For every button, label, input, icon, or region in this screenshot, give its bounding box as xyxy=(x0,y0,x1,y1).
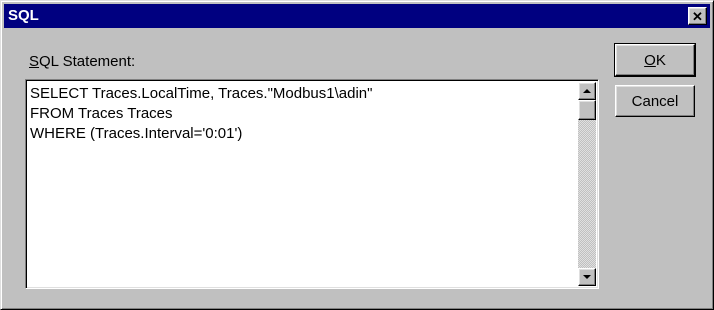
vertical-scrollbar[interactable] xyxy=(578,82,596,286)
ok-mnemonic: O xyxy=(644,51,656,69)
ok-button[interactable]: OK xyxy=(614,43,696,77)
sql-line: FROM Traces Traces xyxy=(30,105,173,122)
sql-statement-textarea[interactable]: SELECT Traces.LocalTime, Traces."Modbus1… xyxy=(25,79,599,289)
cancel-button[interactable]: Cancel xyxy=(615,85,695,117)
scroll-down-arrow-icon xyxy=(583,275,591,279)
sql-statement-label: SQL Statement: xyxy=(29,53,135,70)
sql-dialog: SQL ✕ SQL Statement: SELECT Traces.Local… xyxy=(0,0,714,310)
scroll-thumb[interactable] xyxy=(578,100,596,120)
scroll-up-arrow-icon xyxy=(583,89,591,93)
sql-label-text: QL Statement: xyxy=(39,53,136,70)
sql-line: SELECT Traces.LocalTime, Traces."Modbus1… xyxy=(30,85,373,102)
close-button[interactable]: ✕ xyxy=(688,7,707,25)
sql-statement-text[interactable]: SELECT Traces.LocalTime, Traces."Modbus1… xyxy=(30,84,575,144)
close-icon: ✕ xyxy=(692,8,703,24)
scroll-up-button[interactable] xyxy=(578,82,596,100)
title-bar[interactable]: SQL ✕ xyxy=(4,4,710,28)
sql-line: WHERE (Traces.Interval='0:01') xyxy=(30,125,243,142)
window-title: SQL xyxy=(8,7,39,24)
ok-label: K xyxy=(655,51,666,69)
scroll-down-button[interactable] xyxy=(578,268,596,286)
sql-label-mnemonic: S xyxy=(29,53,40,70)
